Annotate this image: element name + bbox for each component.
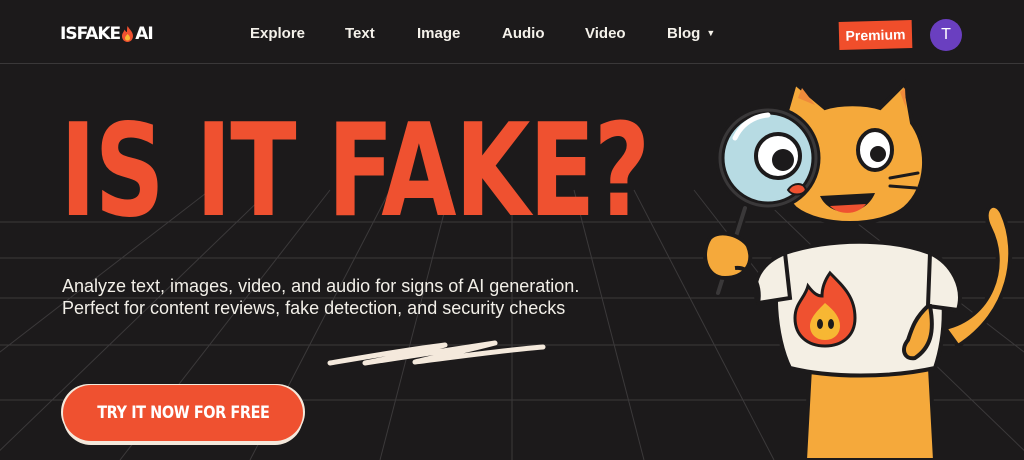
try-free-button-label: TRY IT NOW FOR FREE	[96, 403, 270, 423]
hero-headline: IS IT FAKE?	[60, 97, 650, 246]
nav-item-video[interactable]: Video	[585, 25, 626, 42]
cat-mascot-illustration	[703, 78, 1013, 460]
try-free-button[interactable]: TRY IT NOW FOR FREE	[63, 385, 303, 441]
logo-text-right: AI	[135, 24, 154, 44]
nav-item-image[interactable]: Image	[417, 25, 460, 42]
hero-subtitle: Analyze text, images, video, and audio f…	[62, 276, 580, 318]
premium-button[interactable]: Premium	[838, 20, 913, 50]
top-nav: ISFAKE AI Explore Text Image Audio Video…	[0, 0, 1024, 64]
squiggle-decoration	[327, 340, 546, 366]
nav-item-text[interactable]: Text	[345, 25, 375, 42]
nav-item-blog-label: Blog	[667, 25, 701, 42]
nav-item-blog[interactable]: Blog ▼	[667, 25, 715, 42]
flame-icon	[122, 26, 134, 42]
logo[interactable]: ISFAKE AI	[60, 24, 154, 44]
nav-item-explore[interactable]: Explore	[250, 25, 305, 42]
nav-item-audio[interactable]: Audio	[502, 25, 545, 42]
avatar[interactable]: T	[930, 19, 962, 51]
chevron-down-icon: ▼	[706, 28, 716, 38]
logo-text-left: ISFAKE	[60, 24, 121, 44]
